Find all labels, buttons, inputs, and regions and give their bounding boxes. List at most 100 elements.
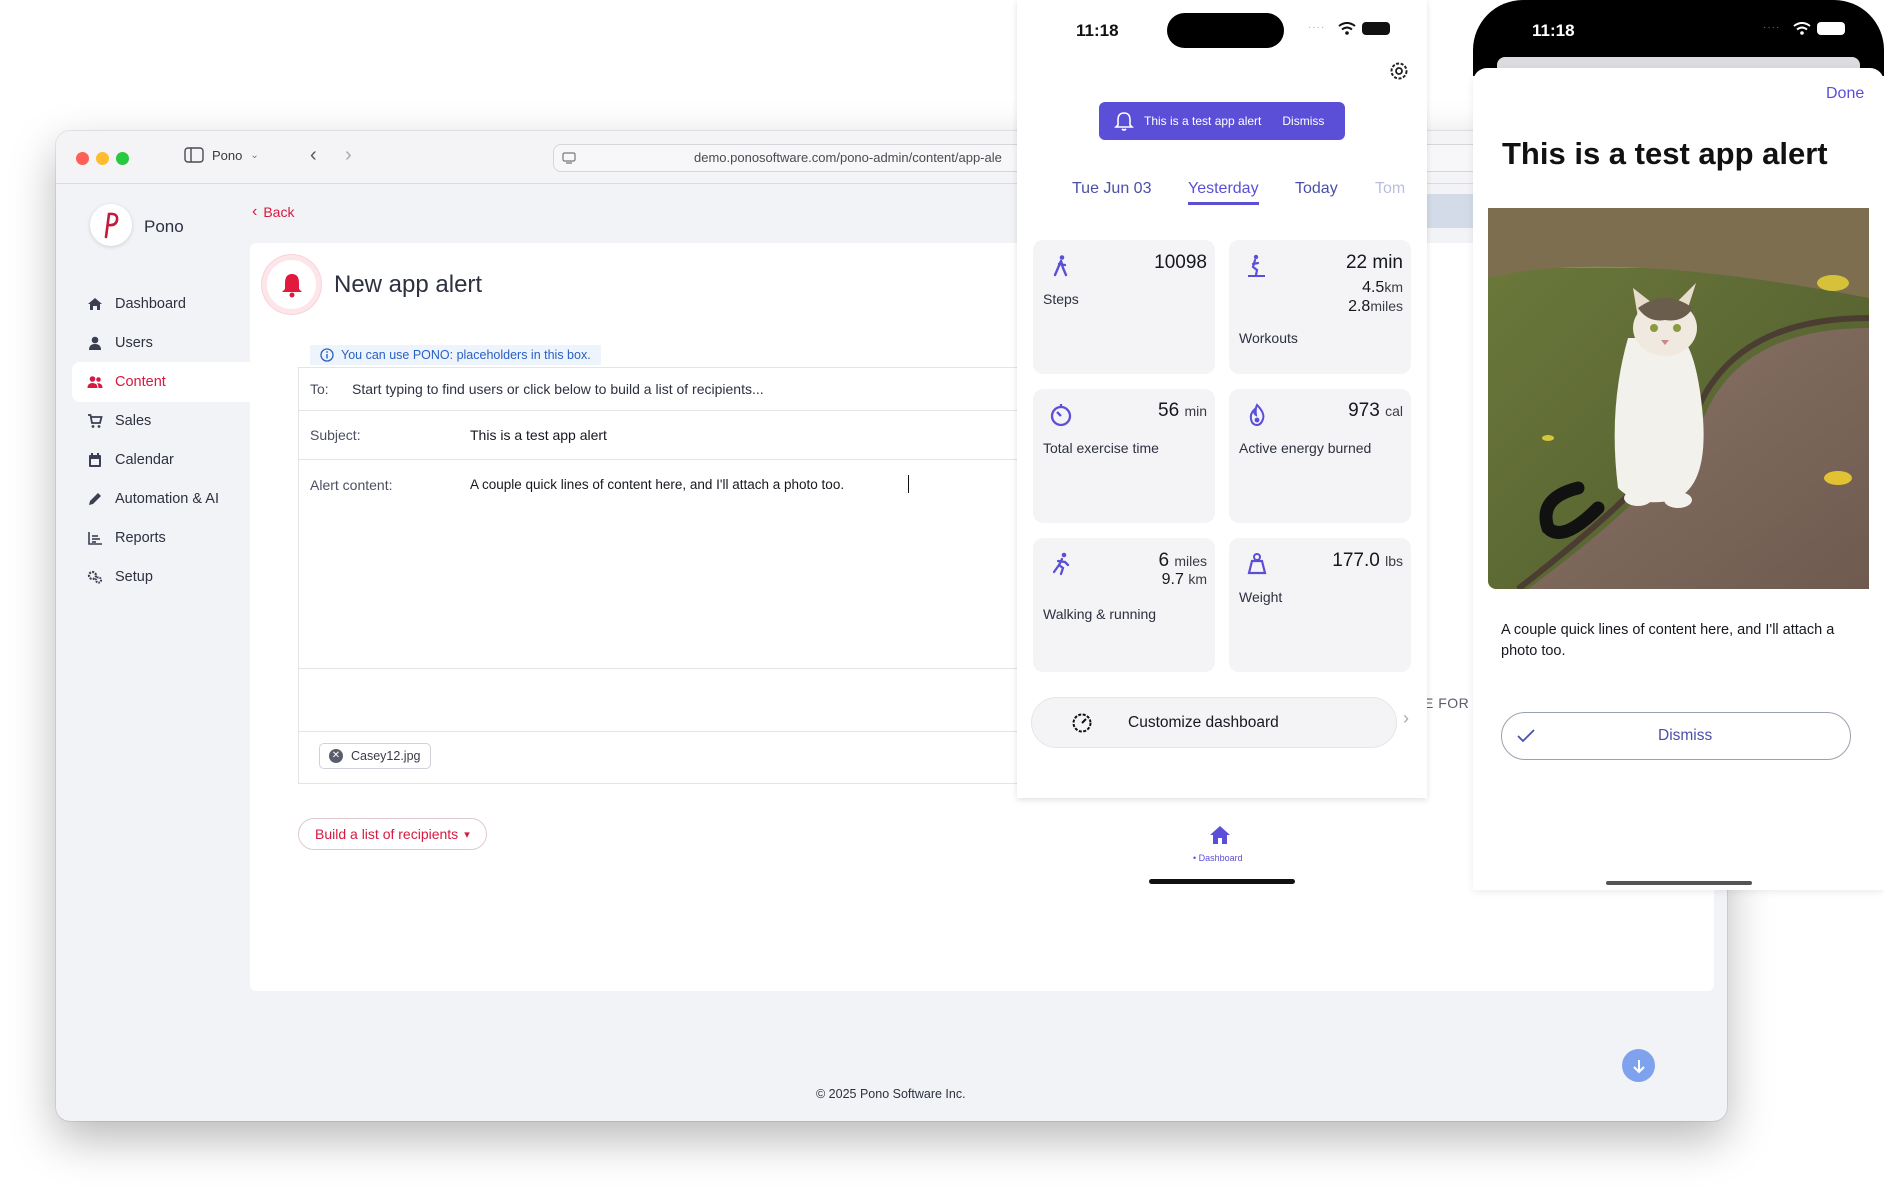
steps-label: Steps [1043, 291, 1079, 307]
home-tab-icon[interactable] [1208, 824, 1232, 846]
dynamic-island [1167, 13, 1284, 48]
chart-icon [88, 532, 102, 545]
subject-input[interactable]: This is a test app alert [470, 427, 607, 443]
sidebar-item-reports[interactable]: Reports [72, 518, 250, 558]
gears-icon [87, 570, 103, 584]
energy-label: Active energy burned [1239, 440, 1372, 456]
dismiss-alert-button[interactable]: Dismiss [1501, 712, 1851, 760]
dashboard-gauge-icon [1072, 713, 1092, 732]
treadmill-runner-icon [1248, 254, 1265, 277]
settings-gear-icon[interactable] [1388, 60, 1410, 82]
sidebar-toggle-icon[interactable] [184, 147, 204, 163]
timer-icon [1050, 404, 1072, 427]
battery-icon [1362, 22, 1390, 35]
close-window-button[interactable] [76, 152, 89, 165]
done-button[interactable]: Done [1826, 85, 1864, 103]
tile-active-energy[interactable]: 973 cal Active energy burned [1229, 389, 1411, 523]
hint-text: You can use PONO: placeholders in this b… [341, 348, 591, 362]
tile-steps[interactable]: 10098 Steps [1033, 240, 1215, 374]
back-link[interactable]: ‹ Back [252, 203, 295, 221]
sidebar-item-label: Content [115, 374, 166, 390]
tile-exercise-time[interactable]: 56 min Total exercise time [1033, 389, 1215, 523]
remove-attachment-icon[interactable]: ✕ [329, 749, 343, 763]
sidebar-item-dashboard[interactable]: Dashboard [72, 284, 250, 324]
status-time: 11:18 [1076, 21, 1119, 40]
chevron-right-icon[interactable]: › [1403, 708, 1409, 729]
date-tab-tue[interactable]: Tue Jun 03 [1072, 180, 1151, 198]
sidebar-item-setup[interactable]: Setup [72, 557, 250, 597]
pono-logo-icon [104, 212, 119, 239]
pencil-icon [89, 493, 101, 505]
home-indicator [1149, 879, 1295, 884]
home-icon [88, 298, 102, 310]
cart-icon [88, 414, 103, 428]
walking-km: 9.7 km [1161, 571, 1207, 588]
text-cursor [908, 475, 909, 493]
tile-weight[interactable]: 177.0 lbs Weight [1229, 538, 1411, 672]
arrow-down-icon [1632, 1059, 1645, 1073]
url-text[interactable]: demo.ponosoftware.com/pono-admin/content… [694, 150, 1002, 165]
sidebar-item-calendar[interactable]: Calendar [72, 440, 250, 480]
alert-badge [267, 260, 316, 309]
sidebar-item-sales[interactable]: Sales [72, 401, 250, 441]
alert-banner[interactable]: This is a test app alert Dismiss [1099, 102, 1345, 140]
scroll-down-button[interactable] [1622, 1049, 1655, 1082]
sidebar-item-content[interactable]: Content [72, 362, 250, 402]
exercise-label: Total exercise time [1043, 440, 1159, 456]
date-tab-today[interactable]: Today [1295, 180, 1338, 198]
signal-icon: ···· [1308, 22, 1326, 33]
walking-label: Walking & running [1043, 606, 1157, 622]
running-icon [1052, 552, 1070, 576]
calendar-icon [89, 453, 101, 467]
zoom-window-button[interactable] [116, 152, 129, 165]
to-input[interactable]: Start typing to find users or click belo… [352, 381, 764, 397]
date-tab-yesterday[interactable]: Yesterday [1188, 180, 1259, 198]
tab-group-selector[interactable]: Pono ⌄ [184, 147, 259, 163]
content-textarea[interactable]: A couple quick lines of content here, an… [470, 477, 844, 492]
date-tab-tomorrow[interactable]: Tom [1375, 180, 1405, 198]
attachment-chip[interactable]: ✕ Casey12.jpg [319, 743, 431, 769]
chevron-down-icon[interactable]: ⌄ [250, 150, 258, 161]
user-icon [89, 336, 101, 350]
tile-walking-running[interactable]: 6 miles 9.7 km Walking & running [1033, 538, 1215, 672]
scale-weight-icon [1247, 553, 1267, 575]
chevron-left-icon: ‹ [252, 203, 258, 220]
customize-dashboard-button[interactable]: Customize dashboard [1031, 697, 1397, 748]
flame-icon [1249, 403, 1265, 427]
subject-label: Subject: [310, 427, 361, 443]
forward-nav-icon[interactable]: › [345, 144, 352, 167]
sidebar-item-label: Calendar [115, 452, 174, 468]
battery-icon [1817, 22, 1845, 35]
tile-workouts[interactable]: 22 min 4.5km 2.8miles Workouts [1229, 240, 1411, 374]
obscured-section-label: E FOR [1424, 695, 1470, 711]
to-label: To: [310, 381, 329, 397]
browser-app-name[interactable]: Pono [212, 148, 242, 163]
energy-value: 973 cal [1348, 400, 1403, 421]
page-icon [562, 152, 576, 164]
status-time: 11:18 [1532, 21, 1575, 40]
checkmark-icon [1517, 729, 1535, 743]
tabbar-dashboard-label[interactable]: • Dashboard [1193, 853, 1243, 863]
sidebar-item-label: Dashboard [115, 296, 186, 312]
minimize-window-button[interactable] [96, 152, 109, 165]
weight-label: Weight [1239, 589, 1283, 605]
build-recipients-button[interactable]: Build a list of recipients ▾ [298, 818, 487, 850]
workouts-distance-km: 4.5km [1362, 279, 1403, 296]
content-label: Alert content: [310, 477, 393, 493]
walking-miles: 6 miles [1158, 550, 1207, 571]
attachment-filename: Casey12.jpg [351, 749, 421, 763]
weight-value: 177.0 lbs [1332, 550, 1403, 571]
placeholder-hint: You can use PONO: placeholders in this b… [310, 345, 601, 365]
pono-logo [90, 204, 132, 246]
sidebar-item-label: Sales [115, 413, 152, 429]
sidebar-item-label: Automation & AI [115, 491, 219, 507]
dismiss-label: Dismiss [1658, 727, 1713, 744]
banner-dismiss-button[interactable]: Dismiss [1282, 114, 1324, 128]
sidebar-item-users[interactable]: Users [72, 323, 250, 363]
exercise-value: 56 min [1158, 400, 1207, 421]
back-nav-icon[interactable]: ‹ [310, 144, 317, 167]
chevron-down-icon: ▾ [464, 828, 470, 841]
back-label: Back [263, 204, 295, 220]
workouts-distance-miles: 2.8miles [1348, 298, 1403, 315]
sidebar-item-automation[interactable]: Automation & AI [72, 479, 250, 519]
